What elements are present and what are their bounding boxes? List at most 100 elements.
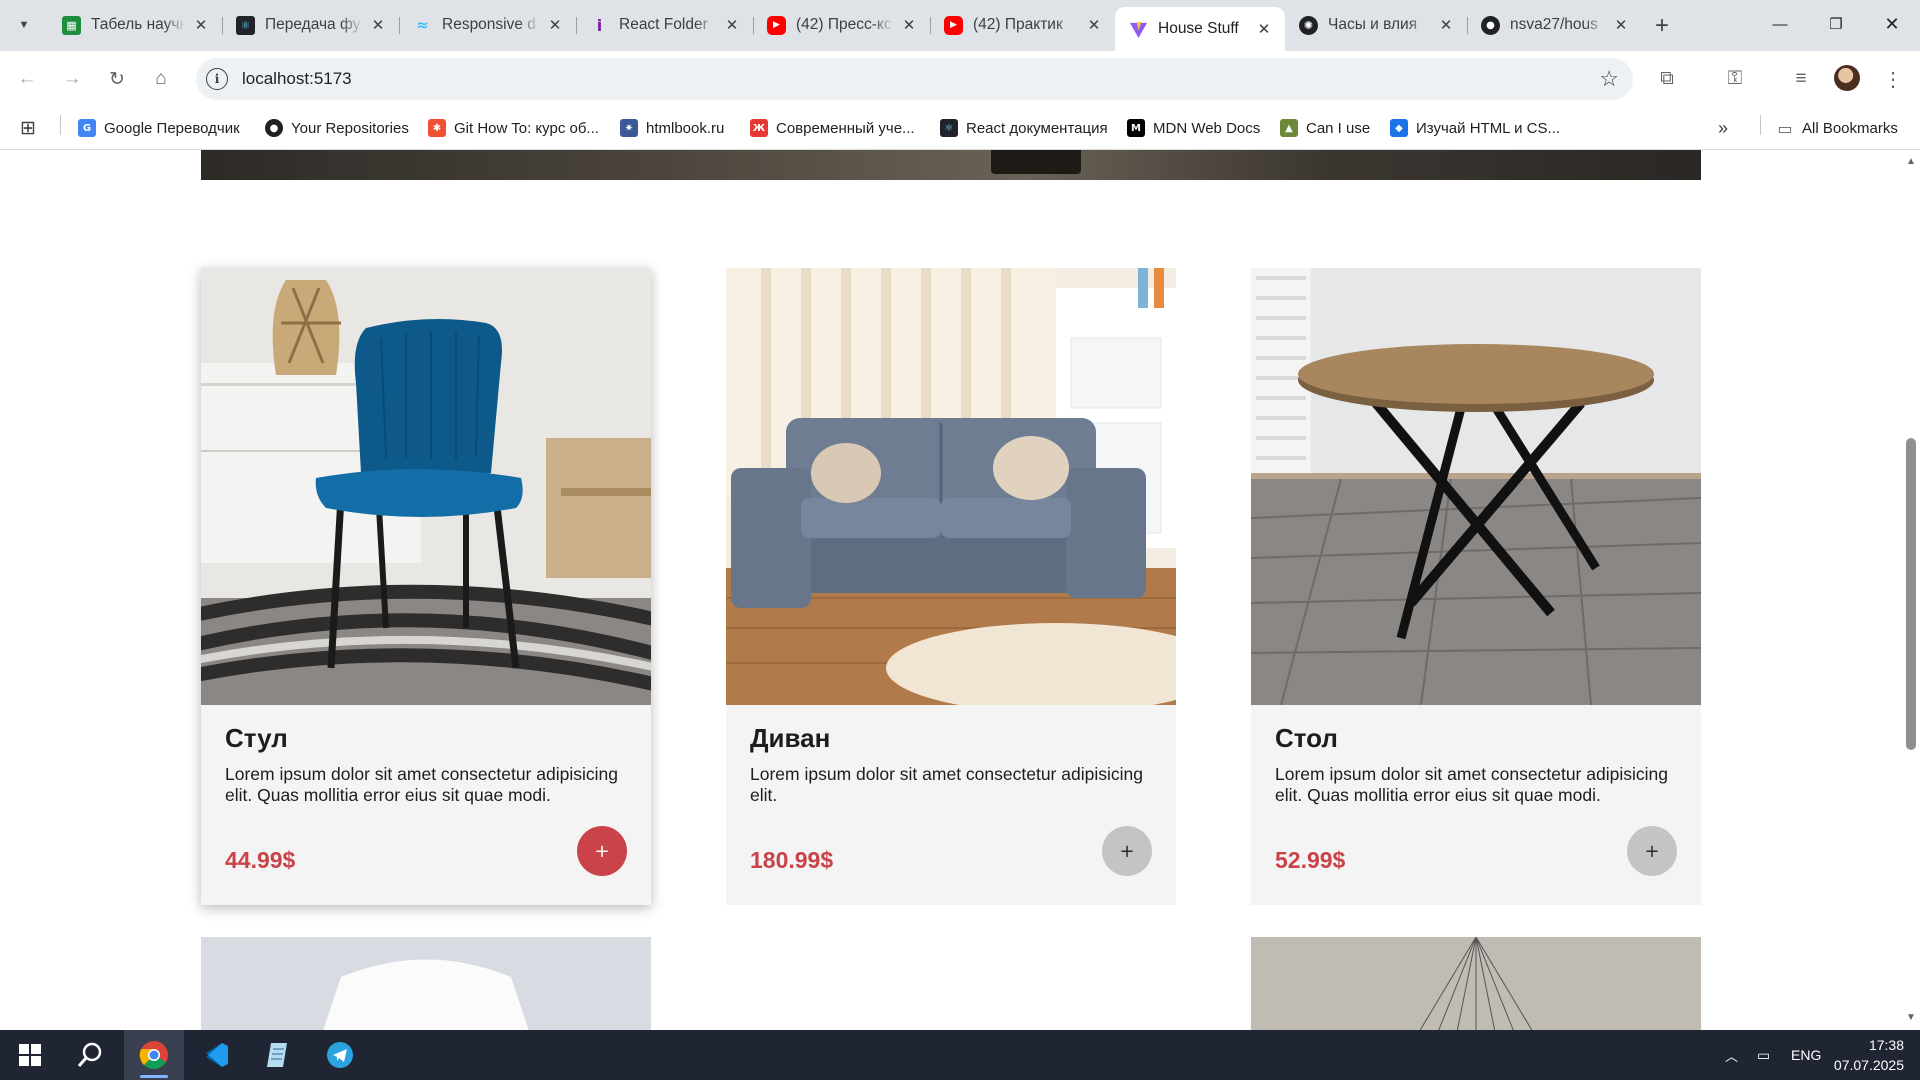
add-to-cart-button[interactable]: + [577,826,627,876]
minimize-button[interactable]: — [1752,0,1808,48]
product-price: 180.99$ [750,847,834,873]
close-icon[interactable]: ✕ [898,14,920,36]
back-button[interactable]: ← [13,65,41,93]
tab-chatgpt[interactable]: ✺ Часы и влия ✕ [1285,8,1468,42]
close-icon[interactable]: ✕ [721,14,743,36]
product-image-table [1251,268,1701,705]
chevron-down-icon: ▼ [18,19,30,31]
taskbar-notepad[interactable] [248,1030,308,1080]
bookmark-react-docs[interactable]: ⚛ React документация [940,115,1108,141]
windows-taskbar: ︿ ▭ ENG 17:38 07.07.2025 [0,1030,1920,1080]
reload-button[interactable]: ↻ [103,65,131,93]
product-image-chair [201,268,651,705]
extensions-button[interactable]: ⧉ [1653,65,1681,93]
search-icon [77,1042,102,1067]
taskbar-telegram[interactable] [310,1030,370,1080]
menu-button[interactable]: ⋮ [1879,65,1907,93]
bookmark-htmlacademy[interactable]: ◆ Изучай HTML и CS... [1390,115,1560,141]
language-indicator[interactable]: ENG [1791,1030,1821,1080]
tab-sheets[interactable]: ▦ Табель научн ✕ [48,8,223,42]
bookmark-mdn[interactable]: M MDN Web Docs [1127,115,1260,141]
close-icon[interactable]: ✕ [1083,14,1105,36]
more-bookmarks-button[interactable]: » [1718,115,1728,141]
bookmark-git-how-to[interactable]: ✱ Git How To: курс об... [428,115,599,141]
scroll-up-icon[interactable]: ▲ [1906,156,1916,167]
product-price: 52.99$ [1275,847,1346,873]
tab-react-transfer[interactable]: ⚛ Передача фу ✕ [222,8,400,42]
key-icon: ⚿ [1727,68,1743,89]
new-tab-button[interactable]: + [1648,12,1676,40]
react-icon: ⚛ [236,15,255,35]
plus-icon: + [1654,12,1669,39]
page-scrollbar[interactable]: ▲ ▼ [1902,150,1920,1030]
all-bookmarks-button[interactable]: ▭ All Bookmarks [1776,115,1897,141]
window-close-button[interactable]: ✕ [1864,0,1920,48]
arrow-left-icon: ← [17,68,37,89]
scroll-down-icon[interactable]: ▼ [1906,1012,1916,1023]
product-card-chandelier [1251,937,1701,1030]
add-to-cart-button[interactable]: + [1627,826,1677,876]
bookmark-star-icon[interactable]: ☆ [1599,66,1619,92]
reload-icon: ↻ [109,68,125,90]
add-to-cart-button[interactable]: + [1102,826,1152,876]
address-bar[interactable]: i localhost:5173 ☆ [196,58,1633,100]
close-icon[interactable]: ✕ [367,14,389,36]
bookmark-js-tutorial[interactable]: Ж Современный уче... [750,115,915,141]
product-image-sofa [726,268,1176,705]
tab-github[interactable]: ● nsva27/hous ✕ [1467,8,1642,42]
chevron-up-icon: ︿ [1725,1048,1739,1064]
battery-indicator[interactable]: ▭ [1757,1030,1770,1080]
tab-house-stuff[interactable]: House Stuff ✕ [1115,7,1285,51]
js-info-icon: Ж [750,119,768,137]
close-icon[interactable]: ✕ [1610,14,1632,36]
youtube-icon: ▶ [767,15,786,35]
taskbar-vscode[interactable] [186,1030,246,1080]
tab-react-folder[interactable]: ⅰ React Folder ✕ [576,8,754,42]
close-icon[interactable]: ✕ [1253,18,1275,40]
taskbar-search-button[interactable] [60,1030,120,1080]
close-icon[interactable]: ✕ [1435,14,1457,36]
info-icon: ⅰ [596,15,603,35]
git-icon: ✱ [428,119,446,137]
passwords-button[interactable]: ⚿ [1721,65,1749,93]
url-text[interactable]: localhost:5173 [242,69,352,89]
clock[interactable]: 17:38 07.07.2025 [1834,1034,1904,1076]
bookmark-google-translate[interactable]: G Google Переводчик [78,115,240,141]
browser-toolbar: ← → ↻ ⌂ i localhost:5173 ☆ ⧉ ⚿ ≡ ⋮ [0,51,1920,107]
close-icon[interactable]: ✕ [544,14,566,36]
bookmark-can-i-use[interactable]: ▲ Can I use [1280,115,1370,141]
apps-button[interactable]: ⊞ [20,115,36,141]
bookmark-htmlbook[interactable]: ✷ htmlbook.ru [620,115,724,141]
start-button[interactable] [0,1030,60,1080]
bookmarks-divider [60,115,61,135]
tab-search-button[interactable]: ▼ [10,13,38,37]
tray-overflow-button[interactable]: ︿ [1725,1030,1738,1080]
windows-start-icon [19,1044,41,1066]
taskbar-chrome[interactable] [124,1030,184,1080]
product-name: Стул [225,723,288,753]
tab-strip: ▼ ▦ Табель научн ✕ ⚛ Передача фу ✕ ≈ Res… [0,0,1920,51]
product-card-table: Стол Lorem ipsum dolor sit amet consecte… [1251,268,1701,905]
more-vert-icon: ⋮ [1883,68,1903,91]
product-name: Диван [750,723,831,753]
scrollbar-thumb[interactable] [1906,438,1916,750]
media-controls-button[interactable]: ≡ [1787,65,1815,93]
tab-responsive[interactable]: ≈ Responsive d ✕ [399,8,577,42]
react-icon: ⚛ [940,119,958,137]
site-info-icon[interactable]: i [206,68,228,90]
bookmark-your-repositories[interactable]: ● Your Repositories [265,115,409,141]
hero-banner-image [201,150,1701,180]
product-description: Lorem ipsum dolor sit amet consectetur a… [225,764,618,805]
telegram-icon [327,1042,353,1068]
restore-button[interactable]: ❐ [1808,0,1864,48]
profile-avatar[interactable] [1834,65,1860,91]
chrome-icon [139,1041,168,1070]
tab-youtube-1[interactable]: ▶ (42) Пресс-кс ✕ [753,8,931,42]
forward-button[interactable]: → [58,65,86,93]
minimize-icon: — [1772,15,1788,33]
close-icon[interactable]: ✕ [190,14,212,36]
home-button[interactable]: ⌂ [147,65,175,93]
product-description: Lorem ipsum dolor sit amet consectetur a… [750,764,1143,805]
tab-youtube-2[interactable]: ▶ (42) Практик ✕ [930,8,1115,42]
product-description: Lorem ipsum dolor sit amet consectetur a… [1275,764,1668,805]
